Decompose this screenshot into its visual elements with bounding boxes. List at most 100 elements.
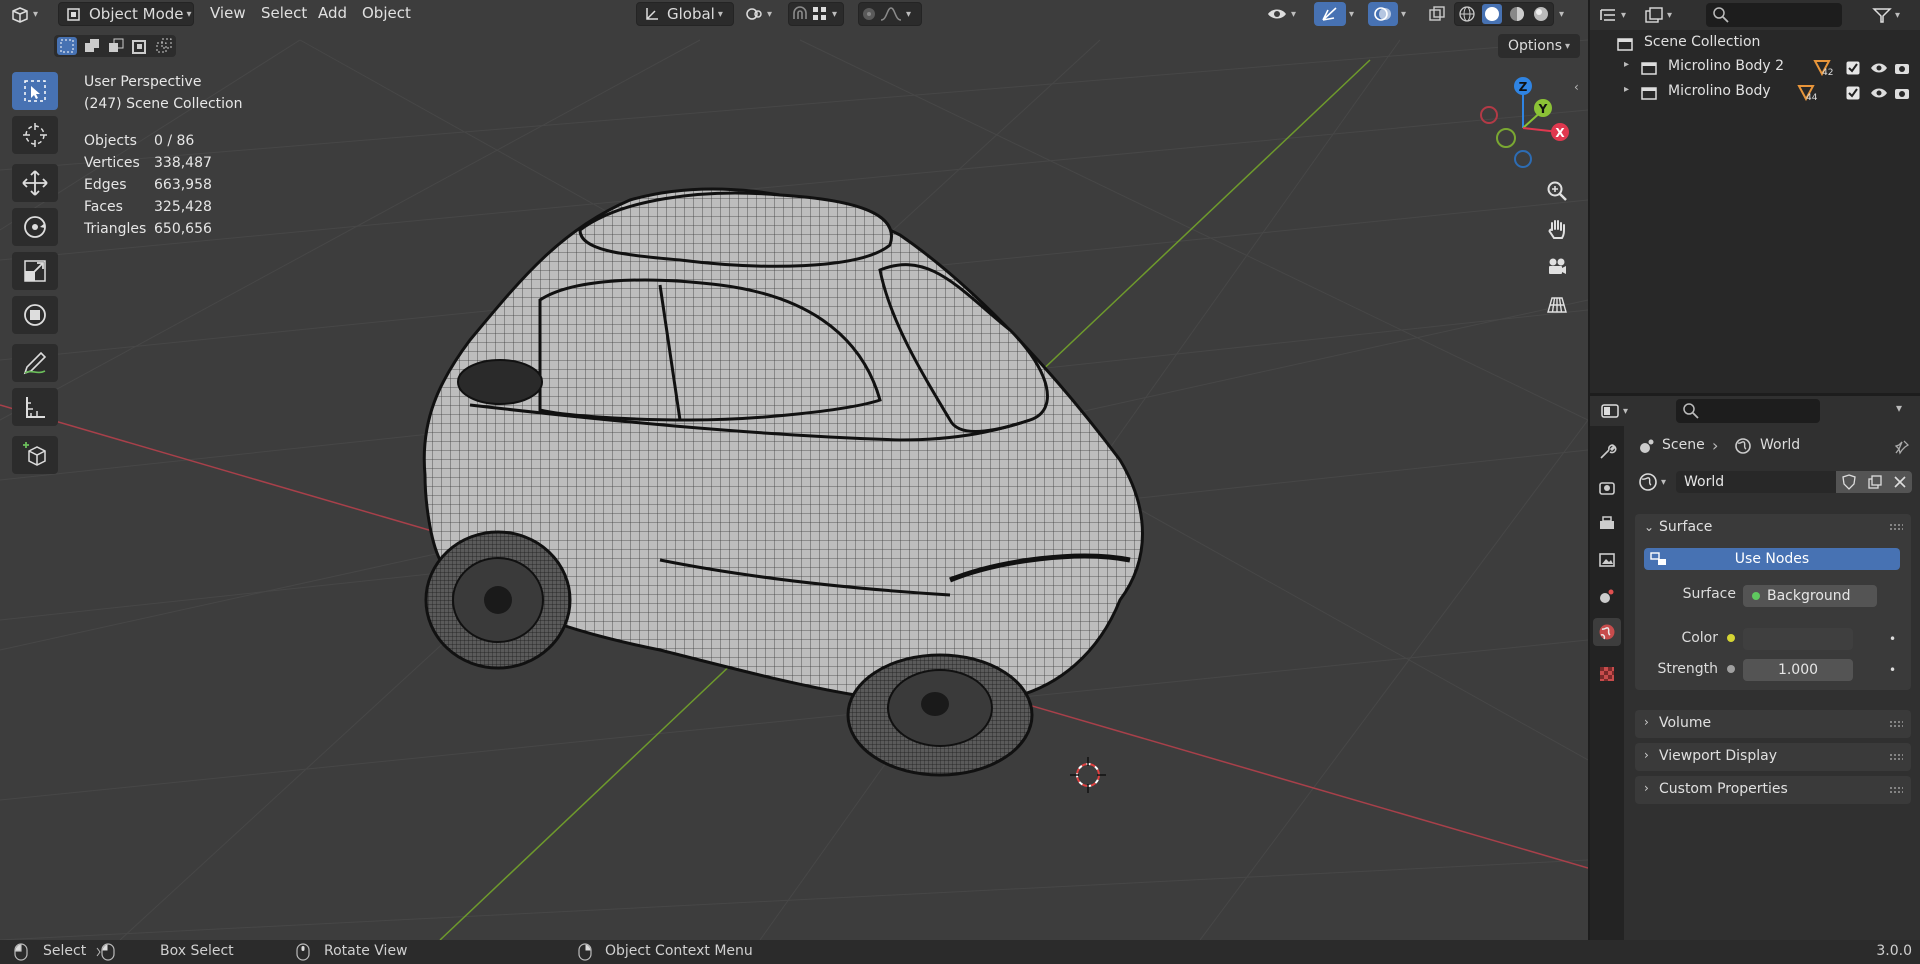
keyframe-dot-icon[interactable]: • xyxy=(1889,663,1896,677)
camera-view-button[interactable] xyxy=(1540,250,1574,284)
expand-arrow-icon[interactable]: ▸ xyxy=(1624,59,1629,70)
chevron-right-icon: › xyxy=(1712,436,1719,455)
properties-editor-type[interactable]: ▾ xyxy=(1600,399,1640,423)
drag-grip-icon[interactable] xyxy=(1889,753,1903,761)
close-icon[interactable] xyxy=(1893,475,1907,489)
volume-panel[interactable]: › Volume xyxy=(1635,710,1911,738)
navigation-gizmo[interactable]: Z Y X xyxy=(1470,72,1580,172)
menu-add[interactable]: Add xyxy=(318,4,347,22)
add-cube-tool[interactable] xyxy=(12,436,58,474)
color-socket-icon[interactable] xyxy=(1727,634,1735,642)
expand-arrow-icon[interactable]: ▸ xyxy=(1624,84,1629,95)
cursor-tool[interactable] xyxy=(12,116,58,154)
drag-grip-icon[interactable] xyxy=(1889,720,1903,728)
xray-toggle[interactable] xyxy=(1424,2,1450,26)
perspective-toggle-button[interactable] xyxy=(1540,288,1574,322)
zoom-button[interactable] xyxy=(1540,174,1574,208)
world-browse-dropdown[interactable]: ▾ xyxy=(1638,470,1676,494)
surface-shader-field[interactable]: Background xyxy=(1743,585,1877,607)
options-dropdown[interactable]: Options ▾ xyxy=(1498,34,1580,58)
material-shading-icon[interactable] xyxy=(1508,5,1526,23)
snap-toggle[interactable]: ▾ xyxy=(788,2,844,26)
tab-world[interactable] xyxy=(1593,618,1621,646)
tab-texture[interactable] xyxy=(1593,660,1621,688)
display-mode-dropdown[interactable]: ▾ xyxy=(1644,3,1684,27)
proportional-editing-toggle[interactable]: ▾ xyxy=(858,2,922,26)
outliner-editor-type[interactable]: ▾ xyxy=(1598,3,1636,27)
mouse-right-icon xyxy=(578,943,592,961)
editor-type-button[interactable]: ▾ xyxy=(10,2,50,26)
surface-panel-title[interactable]: Surface xyxy=(1659,519,1712,535)
scale-tool[interactable] xyxy=(12,252,58,290)
outliner-row-microlino-body-2[interactable]: ▸ Microlino Body 2 42 xyxy=(1590,56,1920,80)
stat-faces-value: 325,428 xyxy=(154,199,212,215)
viewport-canvas[interactable] xyxy=(0,0,1588,940)
drag-grip-icon[interactable] xyxy=(1889,523,1903,531)
volume-panel-title: Volume xyxy=(1659,715,1712,731)
menu-select[interactable]: Select xyxy=(261,4,307,22)
rendered-shading-icon[interactable] xyxy=(1532,5,1550,23)
strength-number-field[interactable]: 1.000 xyxy=(1743,659,1853,681)
select-new-icon[interactable] xyxy=(57,37,77,55)
overlays-toggle[interactable] xyxy=(1368,2,1398,26)
viewport-display-panel[interactable]: › Viewport Display xyxy=(1635,743,1911,771)
solid-shading-icon[interactable] xyxy=(1482,4,1502,24)
car-model[interactable] xyxy=(422,187,1144,777)
custom-properties-panel[interactable]: › Custom Properties xyxy=(1635,776,1911,804)
checkbox-icon[interactable] xyxy=(1846,86,1860,100)
wireframe-shading-icon[interactable] xyxy=(1458,5,1476,23)
tab-view-layer[interactable] xyxy=(1593,546,1621,574)
gizmo-toggle[interactable] xyxy=(1314,2,1346,26)
transform-orientation-dropdown[interactable]: Global ▾ xyxy=(636,2,734,26)
fake-user-shield-icon[interactable] xyxy=(1841,474,1857,490)
select-extend-icon[interactable] xyxy=(83,37,101,55)
gizmo-dropdown[interactable]: ▾ xyxy=(1346,2,1360,26)
move-tool[interactable] xyxy=(12,164,58,202)
drag-grip-icon[interactable] xyxy=(1889,786,1903,794)
tab-tool[interactable] xyxy=(1593,438,1621,466)
select-box-tool[interactable] xyxy=(12,72,58,110)
select-invert-icon[interactable] xyxy=(131,37,149,55)
properties-search-input[interactable] xyxy=(1676,399,1820,423)
node-tree-icon xyxy=(1650,552,1666,565)
pivot-point-dropdown[interactable]: ▾ xyxy=(744,2,780,26)
eye-icon[interactable] xyxy=(1870,61,1888,75)
chevron-down-icon[interactable]: ▾ xyxy=(1896,401,1902,415)
transform-tool[interactable] xyxy=(12,296,58,334)
annotate-tool[interactable] xyxy=(12,344,58,382)
measure-tool[interactable] xyxy=(12,388,58,426)
outliner-row-scene-collection[interactable]: Scene Collection xyxy=(1590,32,1920,56)
visibility-dropdown[interactable]: ▾ xyxy=(1266,2,1306,26)
shading-dropdown[interactable]: ▾ xyxy=(1556,2,1572,26)
world-name-field[interactable]: World xyxy=(1676,471,1836,493)
mode-dropdown[interactable]: Object Mode ▾ xyxy=(58,2,194,26)
rotate-tool[interactable] xyxy=(12,208,58,246)
3d-viewport[interactable]: ▾ Object Mode ▾ View Select Add Object Gl… xyxy=(0,0,1588,940)
camera-render-icon[interactable] xyxy=(1894,61,1910,75)
select-intersect-icon[interactable] xyxy=(155,37,173,55)
outliner-row-microlino-body[interactable]: ▸ Microlino Body 44 xyxy=(1590,81,1920,105)
chevron-down-icon[interactable]: ⌄ xyxy=(1644,520,1654,534)
duplicate-icon[interactable] xyxy=(1867,474,1883,490)
filter-dropdown[interactable]: ▾ xyxy=(1872,3,1912,27)
menu-view[interactable]: View xyxy=(210,4,246,22)
checkbox-icon[interactable] xyxy=(1846,61,1860,75)
select-subtract-icon[interactable] xyxy=(107,37,125,55)
strength-socket-icon[interactable] xyxy=(1727,665,1735,673)
tab-render[interactable] xyxy=(1593,474,1621,502)
eye-icon[interactable] xyxy=(1870,86,1888,100)
color-swatch-field[interactable] xyxy=(1743,628,1853,650)
overlays-dropdown[interactable]: ▾ xyxy=(1398,2,1414,26)
camera-render-icon[interactable] xyxy=(1894,86,1910,100)
tab-output[interactable] xyxy=(1593,510,1621,538)
menu-object[interactable]: Object xyxy=(362,4,411,22)
pan-button[interactable] xyxy=(1540,212,1574,246)
outliner-search-input[interactable] xyxy=(1706,3,1842,27)
keyframe-dot-icon[interactable]: • xyxy=(1889,632,1896,646)
use-nodes-button[interactable]: Use Nodes xyxy=(1644,548,1900,570)
sidebar-toggle-arrow[interactable]: ‹ xyxy=(1574,80,1579,94)
eye-icon xyxy=(1268,9,1286,19)
snap-grid-icon xyxy=(813,7,826,20)
pin-icon[interactable] xyxy=(1894,439,1910,455)
tab-scene[interactable] xyxy=(1593,582,1621,610)
